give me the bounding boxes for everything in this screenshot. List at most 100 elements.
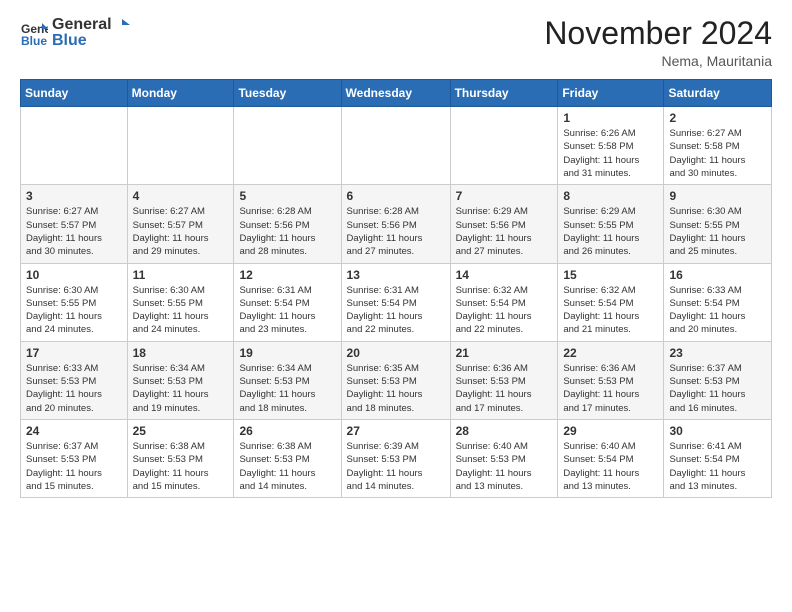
day-number: 30 xyxy=(669,424,766,438)
calendar-cell: 22 Sunrise: 6:36 AMSunset: 5:53 PMDayligh… xyxy=(558,341,664,419)
day-number: 5 xyxy=(239,189,335,203)
logo-arrow-icon xyxy=(114,17,130,33)
day-number: 7 xyxy=(456,189,553,203)
calendar-row: 24 Sunrise: 6:37 AMSunset: 5:53 PMDayligh… xyxy=(21,419,772,497)
day-number: 28 xyxy=(456,424,553,438)
calendar-table: Sunday Monday Tuesday Wednesday Thursday… xyxy=(20,79,772,498)
calendar-cell: 26Sunrise: 6:38 AMSunset: 5:53 PMDayligh… xyxy=(234,419,341,497)
day-info: Sunrise: 6:40 AMSunset: 5:54 PMDaylight:… xyxy=(563,440,658,493)
day-info: Sunrise: 6:38 AMSunset: 5:53 PMDaylight:… xyxy=(239,440,335,493)
header-tuesday: Tuesday xyxy=(234,80,341,107)
day-info: Sunrise: 6:36 AMSunset: 5:53 PMDaylight:… xyxy=(456,362,553,415)
calendar-title: November 2024 xyxy=(544,16,772,51)
day-number: 4 xyxy=(133,189,229,203)
day-info: Sunrise: 6:26 AMSunset: 5:58 PMDaylight:… xyxy=(563,127,658,180)
calendar-cell: 4 Sunrise: 6:27 AMSunset: 5:57 PMDaylight… xyxy=(127,185,234,263)
calendar-cell: 15 Sunrise: 6:32 AMSunset: 5:54 PMDayligh… xyxy=(558,263,664,341)
day-number: 12 xyxy=(239,268,335,282)
calendar-cell: 27 Sunrise: 6:39 AMSunset: 5:53 PMDayligh… xyxy=(341,419,450,497)
day-info: Sunrise: 6:40 AMSunset: 5:53 PMDaylight:… xyxy=(456,440,553,493)
calendar-cell: 21 Sunrise: 6:36 AMSunset: 5:53 PMDayligh… xyxy=(450,341,558,419)
calendar-cell: 23Sunrise: 6:37 AMSunset: 5:53 PMDayligh… xyxy=(664,341,772,419)
header-friday: Friday xyxy=(558,80,664,107)
calendar-cell: 3 Sunrise: 6:27 AMSunset: 5:57 PMDaylight… xyxy=(21,185,128,263)
header-monday: Monday xyxy=(127,80,234,107)
calendar-cell: 24 Sunrise: 6:37 AMSunset: 5:53 PMDayligh… xyxy=(21,419,128,497)
calendar-cell: 1 Sunrise: 6:26 AMSunset: 5:58 PMDaylight… xyxy=(558,107,664,185)
calendar-cell xyxy=(450,107,558,185)
day-info: Sunrise: 6:34 AMSunset: 5:53 PMDaylight:… xyxy=(133,362,229,415)
day-info: Sunrise: 6:27 AMSunset: 5:57 PMDaylight:… xyxy=(26,205,122,258)
calendar-location: Nema, Mauritania xyxy=(544,53,772,69)
calendar-cell: 13 Sunrise: 6:31 AMSunset: 5:54 PMDayligh… xyxy=(341,263,450,341)
day-number: 16 xyxy=(669,268,766,282)
day-info: Sunrise: 6:27 AMSunset: 5:58 PMDaylight:… xyxy=(669,127,766,180)
weekday-header-row: Sunday Monday Tuesday Wednesday Thursday… xyxy=(21,80,772,107)
calendar-row: 1 Sunrise: 6:26 AMSunset: 5:58 PMDaylight… xyxy=(21,107,772,185)
day-info: Sunrise: 6:28 AMSunset: 5:56 PMDaylight:… xyxy=(347,205,445,258)
calendar-cell: 7 Sunrise: 6:29 AMSunset: 5:56 PMDaylight… xyxy=(450,185,558,263)
day-info: Sunrise: 6:41 AMSunset: 5:54 PMDaylight:… xyxy=(669,440,766,493)
day-number: 22 xyxy=(563,346,658,360)
calendar-cell: 2Sunrise: 6:27 AMSunset: 5:58 PMDaylight… xyxy=(664,107,772,185)
calendar-cell: 25 Sunrise: 6:38 AMSunset: 5:53 PMDayligh… xyxy=(127,419,234,497)
day-number: 25 xyxy=(133,424,229,438)
day-info: Sunrise: 6:29 AMSunset: 5:55 PMDaylight:… xyxy=(563,205,658,258)
header-sunday: Sunday xyxy=(21,80,128,107)
calendar-cell: 29Sunrise: 6:40 AMSunset: 5:54 PMDayligh… xyxy=(558,419,664,497)
day-number: 24 xyxy=(26,424,122,438)
calendar-cell xyxy=(127,107,234,185)
day-number: 15 xyxy=(563,268,658,282)
day-number: 14 xyxy=(456,268,553,282)
day-info: Sunrise: 6:30 AMSunset: 5:55 PMDaylight:… xyxy=(26,284,122,337)
day-info: Sunrise: 6:33 AMSunset: 5:54 PMDaylight:… xyxy=(669,284,766,337)
day-info: Sunrise: 6:32 AMSunset: 5:54 PMDaylight:… xyxy=(563,284,658,337)
day-number: 11 xyxy=(133,268,229,282)
svg-text:Blue: Blue xyxy=(21,34,47,47)
day-number: 3 xyxy=(26,189,122,203)
day-info: Sunrise: 6:35 AMSunset: 5:53 PMDaylight:… xyxy=(347,362,445,415)
calendar-row: 3 Sunrise: 6:27 AMSunset: 5:57 PMDaylight… xyxy=(21,185,772,263)
day-info: Sunrise: 6:28 AMSunset: 5:56 PMDaylight:… xyxy=(239,205,335,258)
calendar-cell xyxy=(341,107,450,185)
day-number: 27 xyxy=(347,424,445,438)
calendar-cell: 18 Sunrise: 6:34 AMSunset: 5:53 PMDayligh… xyxy=(127,341,234,419)
day-number: 8 xyxy=(563,189,658,203)
header-thursday: Thursday xyxy=(450,80,558,107)
day-number: 21 xyxy=(456,346,553,360)
calendar-cell: 5 Sunrise: 6:28 AMSunset: 5:56 PMDaylight… xyxy=(234,185,341,263)
header-saturday: Saturday xyxy=(664,80,772,107)
day-number: 19 xyxy=(239,346,335,360)
logo-icon: General Blue xyxy=(20,19,48,47)
day-info: Sunrise: 6:31 AMSunset: 5:54 PMDaylight:… xyxy=(239,284,335,337)
day-info: Sunrise: 6:31 AMSunset: 5:54 PMDaylight:… xyxy=(347,284,445,337)
day-number: 1 xyxy=(563,111,658,125)
day-number: 9 xyxy=(669,189,766,203)
calendar-cell: 16 Sunrise: 6:33 AMSunset: 5:54 PMDayligh… xyxy=(664,263,772,341)
day-info: Sunrise: 6:36 AMSunset: 5:53 PMDaylight:… xyxy=(563,362,658,415)
day-number: 17 xyxy=(26,346,122,360)
calendar-cell: 10Sunrise: 6:30 AMSunset: 5:55 PMDayligh… xyxy=(21,263,128,341)
day-info: Sunrise: 6:34 AMSunset: 5:53 PMDaylight:… xyxy=(239,362,335,415)
day-info: Sunrise: 6:37 AMSunset: 5:53 PMDaylight:… xyxy=(26,440,122,493)
day-info: Sunrise: 6:37 AMSunset: 5:53 PMDaylight:… xyxy=(669,362,766,415)
page-header: General Blue General Blue November 2024 … xyxy=(20,16,772,69)
day-number: 6 xyxy=(347,189,445,203)
calendar-cell: 14Sunrise: 6:32 AMSunset: 5:54 PMDayligh… xyxy=(450,263,558,341)
calendar-row: 10Sunrise: 6:30 AMSunset: 5:55 PMDayligh… xyxy=(21,263,772,341)
logo: General Blue General Blue xyxy=(20,16,130,50)
day-number: 18 xyxy=(133,346,229,360)
logo-blue: Blue xyxy=(52,32,130,50)
day-number: 13 xyxy=(347,268,445,282)
calendar-cell xyxy=(234,107,341,185)
day-info: Sunrise: 6:38 AMSunset: 5:53 PMDaylight:… xyxy=(133,440,229,493)
calendar-cell: 30 Sunrise: 6:41 AMSunset: 5:54 PMDayligh… xyxy=(664,419,772,497)
day-number: 20 xyxy=(347,346,445,360)
calendar-cell: 9Sunrise: 6:30 AMSunset: 5:55 PMDaylight… xyxy=(664,185,772,263)
calendar-cell: 12 Sunrise: 6:31 AMSunset: 5:54 PMDayligh… xyxy=(234,263,341,341)
day-info: Sunrise: 6:39 AMSunset: 5:53 PMDaylight:… xyxy=(347,440,445,493)
day-info: Sunrise: 6:33 AMSunset: 5:53 PMDaylight:… xyxy=(26,362,122,415)
day-info: Sunrise: 6:29 AMSunset: 5:56 PMDaylight:… xyxy=(456,205,553,258)
day-info: Sunrise: 6:27 AMSunset: 5:57 PMDaylight:… xyxy=(133,205,229,258)
title-block: November 2024 Nema, Mauritania xyxy=(544,16,772,69)
